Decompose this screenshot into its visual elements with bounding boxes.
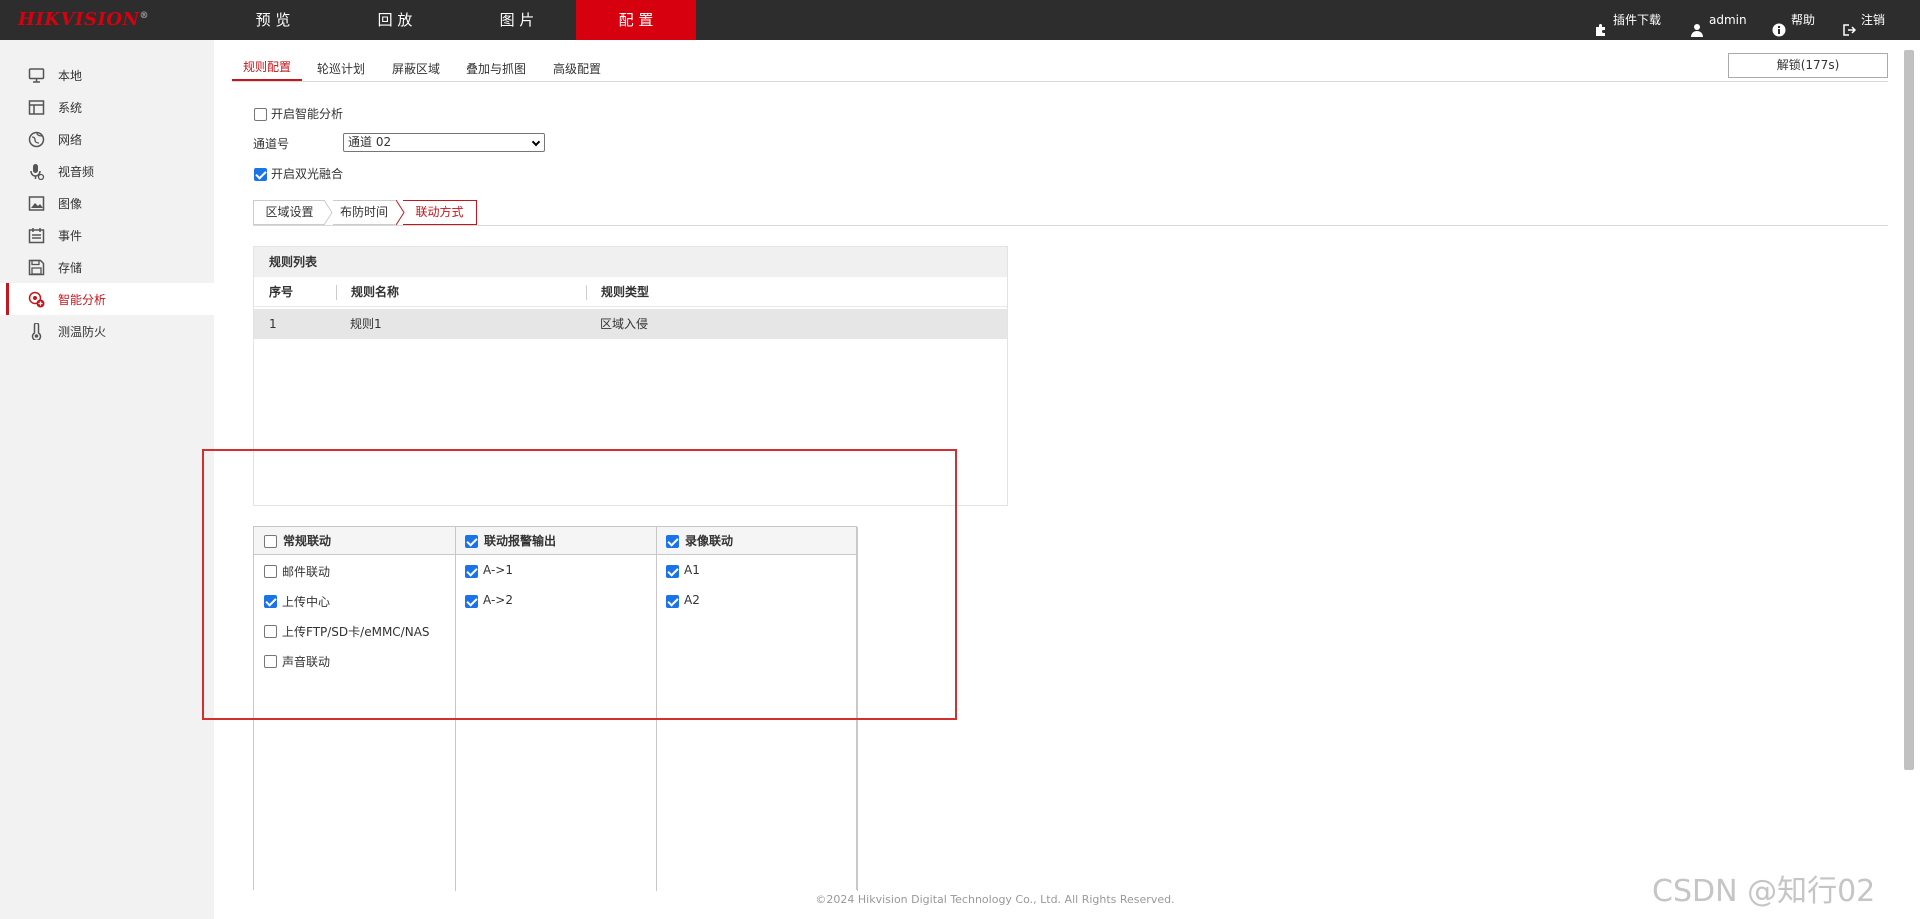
sidebar-item-label: 视音频 — [58, 164, 95, 179]
step-arming-schedule[interactable]: 布防时间 — [333, 200, 395, 225]
channel-select[interactable]: 通道 02 — [343, 133, 545, 152]
sidebar-item-label: 智能分析 — [58, 292, 107, 307]
step-area-settings[interactable]: 区域设置 — [253, 200, 325, 225]
csdn-watermark: CSDN @知行02 — [1652, 874, 1876, 909]
table-row[interactable]: 1 规则1 区域入侵 — [254, 309, 1007, 339]
highlight-annotation-box — [202, 449, 957, 720]
logout-link[interactable]: 注销 — [1842, 0, 1885, 40]
channel-label: 通道号 — [253, 137, 290, 151]
image-icon — [28, 195, 45, 212]
sidebar-item-label: 测温防火 — [58, 324, 107, 339]
rule-list-title: 规则列表 — [254, 247, 1007, 277]
info-icon — [1772, 13, 1786, 37]
microphone-icon — [28, 163, 45, 180]
user-menu[interactable]: admin — [1690, 0, 1747, 40]
monitor-icon — [28, 67, 45, 84]
sidebar-item-local[interactable]: 本地 — [0, 59, 214, 91]
rule-name-cell: 规则1 — [350, 317, 382, 331]
step-divider — [253, 225, 1888, 226]
channel-select-value: 通道 02 — [348, 135, 392, 149]
nav-picture[interactable]: 图 片 — [456, 0, 578, 40]
nav-playback[interactable]: 回 放 — [334, 0, 456, 40]
help-link[interactable]: 帮助 — [1772, 0, 1815, 40]
plugin-download-link[interactable]: 插件下载 — [1594, 0, 1661, 40]
rule-list-header: 序号 规则名称 规则类型 — [254, 277, 1007, 307]
step-linkage-method[interactable]: 联动方式 — [403, 200, 477, 225]
column-header-index: 序号 — [269, 285, 294, 299]
username-label: admin — [1709, 13, 1747, 27]
tab-overlay-capture[interactable]: 叠加与抓图 — [466, 60, 526, 77]
sidebar-item-system[interactable]: 系统 — [0, 91, 214, 123]
sidebar-item-network[interactable]: 网络 — [0, 123, 214, 155]
thermometer-icon — [28, 321, 45, 341]
sidebar: 本地 系统 网络 视音频 图像 事件 存储 智能分析 测温防火 — [0, 40, 214, 919]
smart-analysis-icon — [28, 291, 45, 308]
sidebar-item-smart-analysis[interactable]: 智能分析 — [0, 283, 214, 315]
sidebar-item-label: 事件 — [58, 228, 83, 243]
copyright-footer: ©2024 Hikvision Digital Technology Co., … — [815, 893, 1175, 906]
tab-rule-config[interactable]: 规则配置 — [243, 58, 291, 75]
chevron-down-icon — [531, 137, 541, 147]
sidebar-item-label: 系统 — [58, 100, 83, 115]
calendar-icon — [28, 227, 45, 244]
enable-smart-analysis-checkbox[interactable] — [254, 108, 267, 121]
enable-smart-analysis-label: 开启智能分析 — [271, 107, 344, 121]
puzzle-icon — [1594, 13, 1608, 36]
rule-type-cell: 区域入侵 — [600, 317, 649, 331]
enable-dual-light-fusion-label: 开启双光融合 — [271, 167, 344, 181]
sidebar-item-event[interactable]: 事件 — [0, 219, 214, 251]
save-icon — [28, 259, 45, 276]
sidebar-item-label: 网络 — [58, 132, 83, 147]
logout-icon — [1842, 13, 1857, 36]
top-nav-bar: HIKVISION® 预 览 回 放 图 片 配 置 插件下载 admin 帮助… — [0, 0, 1920, 40]
column-header-rule-name: 规则名称 — [351, 285, 400, 299]
sidebar-item-thermometry[interactable]: 测温防火 — [0, 315, 214, 347]
vertical-scrollbar[interactable] — [1904, 50, 1914, 770]
plugin-download-label: 插件下载 — [1613, 13, 1662, 27]
tab-divider — [232, 81, 1888, 82]
window-icon — [28, 99, 45, 116]
help-label: 帮助 — [1791, 13, 1816, 27]
unlock-button[interactable]: 解锁(177s) — [1728, 53, 1888, 78]
hikvision-logo: HIKVISION® — [18, 9, 150, 30]
nav-preview[interactable]: 预 览 — [212, 0, 334, 40]
sidebar-item-label: 图像 — [58, 196, 83, 211]
tab-mask-area[interactable]: 屏蔽区域 — [392, 60, 440, 77]
sidebar-item-image[interactable]: 图像 — [0, 187, 214, 219]
logout-label: 注销 — [1861, 13, 1886, 27]
step-chevron-icon — [323, 200, 333, 226]
tab-advanced-config[interactable]: 高级配置 — [553, 60, 601, 77]
tab-patrol-plan[interactable]: 轮巡计划 — [317, 60, 365, 77]
nav-configuration[interactable]: 配 置 — [576, 0, 696, 40]
sidebar-item-storage[interactable]: 存储 — [0, 251, 214, 283]
enable-dual-light-fusion-checkbox[interactable] — [254, 168, 267, 181]
sidebar-item-label: 存储 — [58, 260, 83, 275]
user-icon — [1690, 13, 1704, 37]
sidebar-item-label: 本地 — [58, 68, 83, 83]
sidebar-item-video-audio[interactable]: 视音频 — [0, 155, 214, 187]
globe-icon — [28, 131, 45, 148]
column-header-rule-type: 规则类型 — [601, 285, 650, 299]
rule-index-cell: 1 — [269, 317, 277, 331]
